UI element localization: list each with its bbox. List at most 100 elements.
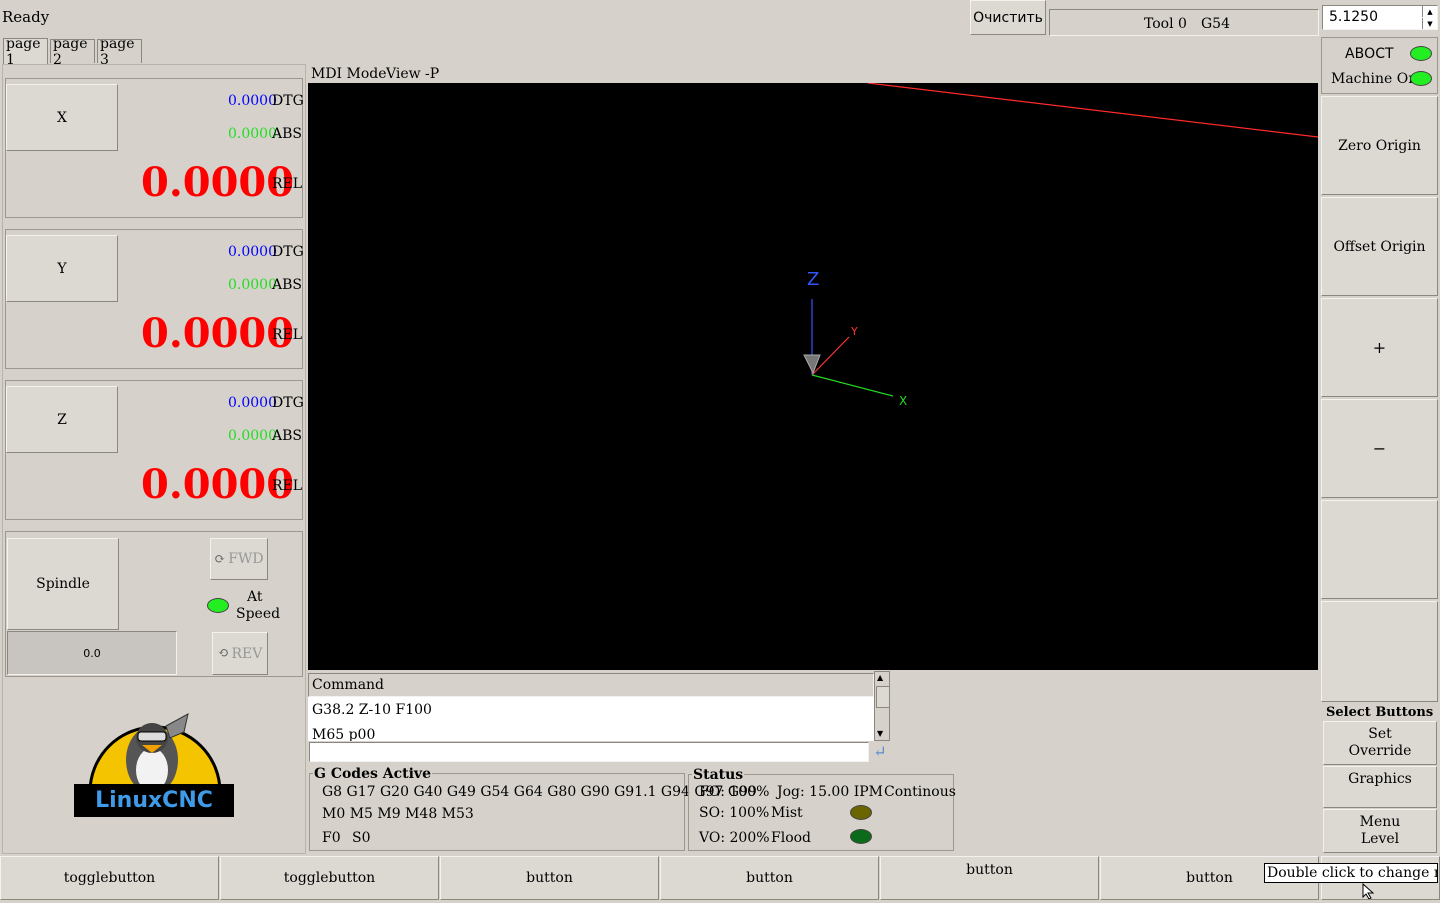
zero-origin-button[interactable]: Zero Origin <box>1321 96 1438 195</box>
x-axis-label: X <box>899 394 907 408</box>
graphics-button[interactable]: Graphics <box>1323 766 1437 808</box>
empty-button-1[interactable] <box>1321 500 1438 599</box>
spindle-button[interactable]: Spindle <box>7 538 119 630</box>
machine-on-led <box>1410 71 1432 86</box>
set-override-label-1: Set <box>1368 726 1392 742</box>
bottom-togglebutton-1[interactable]: togglebutton <box>0 856 219 900</box>
active-feed: F0 <box>322 830 341 846</box>
minus-button[interactable]: − <box>1321 399 1438 498</box>
view-label: View -P <box>386 66 440 82</box>
spin-up-button[interactable]: ▲ <box>1422 6 1437 17</box>
spindle-rev-button[interactable]: ⟲ REV <box>212 632 268 675</box>
gcodes-panel: G Codes Active G8 G17 G20 G40 G49 G54 G6… <box>309 766 757 851</box>
scroll-down-icon[interactable]: ▼ <box>877 729 883 738</box>
toolpath-line <box>867 83 1318 138</box>
machine-state-panel: АВОСТ Machine On <box>1321 37 1438 94</box>
plus-icon: + <box>1372 338 1387 357</box>
mist-label: Mist <box>771 805 803 821</box>
tool-cone-icon <box>803 354 821 375</box>
command-history[interactable]: G38.2 Z-10 F100 M65 p00 <box>308 697 874 741</box>
flood-label: Flood <box>771 830 812 846</box>
menu-level-label-1: Menu <box>1359 814 1401 830</box>
scroll-up-icon[interactable]: ▲ <box>877 673 883 682</box>
tool-label: Tool 0 <box>1144 16 1187 32</box>
tab-page-1[interactable]: page 1 <box>3 36 48 68</box>
spin-down-button[interactable]: ▼ <box>1422 18 1437 29</box>
history-scrollbar[interactable]: ▲ ▼ <box>874 671 890 741</box>
mode-label: MDI Mode <box>311 66 387 82</box>
active-speed: S0 <box>352 830 371 846</box>
axis-y-abs-label: ABS <box>272 277 302 293</box>
spindle-override: SO: 100% <box>699 805 770 821</box>
rev-label: REV <box>231 645 263 662</box>
rotate-cw-icon: ⟳ <box>214 551 226 567</box>
flood-led <box>850 829 872 844</box>
axis-y-dtg-label: DTG <box>272 244 304 260</box>
gcodes-title: G Codes Active <box>313 766 432 782</box>
enter-icon[interactable]: ↵ <box>870 742 890 762</box>
bottom-togglebutton-2[interactable]: togglebutton <box>220 856 439 900</box>
value-spinbox[interactable]: 5.1250 ▲ ▼ <box>1322 5 1438 30</box>
linuxcnc-logo: LinuxCNC <box>72 712 236 820</box>
menu-level-button[interactable]: Menu Level <box>1323 809 1437 853</box>
axis-y-button[interactable]: Y <box>6 235 118 302</box>
tooltip: Double click to change mode <box>1264 863 1438 883</box>
axis-y-dtg-value: 0.0000 <box>228 244 277 260</box>
velocity-override: VO: 200% <box>699 830 770 846</box>
axis-x-abs-value: 0.0000 <box>228 126 277 142</box>
empty-button-2[interactable] <box>1321 601 1438 702</box>
axis-x-rel-label: REL <box>272 176 303 192</box>
scroll-thumb[interactable] <box>876 686 890 708</box>
axis-x-dtg-label: DTG <box>272 93 304 109</box>
y-axis-label: Y <box>850 325 858 338</box>
toolpath-preview[interactable]: Z Y X <box>308 83 1318 670</box>
x-axis-line <box>811 374 894 397</box>
set-override-button[interactable]: Set Override <box>1323 721 1437 765</box>
tab-page-2[interactable]: page 2 <box>50 36 95 68</box>
z-axis-label: Z <box>807 269 819 290</box>
graphics-viewport[interactable]: Z Y X <box>308 83 1318 670</box>
tab-page-3[interactable]: page 3 <box>97 36 142 68</box>
logo-text: LinuxCNC <box>74 784 234 817</box>
mouse-cursor-icon <box>1362 882 1376 900</box>
axis-y-frame: Y 0.0000 DTG 0.0000 ABS 0.0000 REL <box>5 229 304 369</box>
spindle-speed-display: 0.0 <box>7 631 177 675</box>
estop-led <box>1410 46 1432 61</box>
mdi-input[interactable] <box>309 742 869 762</box>
bottom-button-3[interactable]: button <box>440 856 659 900</box>
rotate-ccw-icon: ⟲ <box>217 646 229 661</box>
graphics-label: Graphics <box>1348 771 1412 787</box>
fwd-label: FWD <box>228 551 264 567</box>
machine-on-label: Machine On <box>1331 71 1418 87</box>
axis-x-abs-label: ABS <box>272 126 302 142</box>
at-speed-label-2: Speed <box>236 606 281 622</box>
mist-led <box>850 805 872 820</box>
axis-z-frame: Z 0.0000 DTG 0.0000 ABS 0.0000 REL <box>5 380 304 520</box>
bottom-button-4[interactable]: button <box>660 856 879 900</box>
axis-z-abs-value: 0.0000 <box>228 428 277 444</box>
axis-z-abs-label: ABS <box>272 428 302 444</box>
axis-x-frame: X 0.0000 DTG 0.0000 ABS 0.0000 REL <box>5 78 304 218</box>
select-buttons-label: Select Buttons <box>1326 705 1434 720</box>
command-header-label: Command <box>312 677 385 693</box>
status-panel: Status FO: 100% Jog: 15.00 IPM Continous… <box>688 767 956 851</box>
bottom-button-5[interactable]: button <box>880 856 1099 900</box>
history-line[interactable]: M65 p00 <box>312 727 375 741</box>
active-mcodes: M0 M5 M9 M48 M53 <box>322 806 474 822</box>
axis-y-abs-value: 0.0000 <box>228 277 277 293</box>
history-line[interactable]: G38.2 Z-10 F100 <box>312 702 432 718</box>
axis-x-button[interactable]: X <box>6 84 118 151</box>
axis-z-button[interactable]: Z <box>6 386 118 453</box>
offset-origin-button[interactable]: Offset Origin <box>1321 197 1438 296</box>
axis-z-dtg-value: 0.0000 <box>228 395 277 411</box>
clear-button[interactable]: Очистить <box>970 0 1046 35</box>
status-title: Status <box>692 767 745 783</box>
offset-label: G54 <box>1201 16 1230 32</box>
at-speed-label-1: At <box>247 589 263 605</box>
minus-icon: − <box>1372 439 1387 458</box>
spindle-fwd-button[interactable]: ⟳ FWD <box>210 538 268 580</box>
jog-mode: Continous <box>884 784 956 800</box>
spindle-frame: Spindle 0.0 ⟳ FWD At Speed ⟲ REV <box>5 531 303 677</box>
plus-button[interactable]: + <box>1321 298 1438 397</box>
spinbox-value[interactable]: 5.1250 <box>1329 9 1378 25</box>
